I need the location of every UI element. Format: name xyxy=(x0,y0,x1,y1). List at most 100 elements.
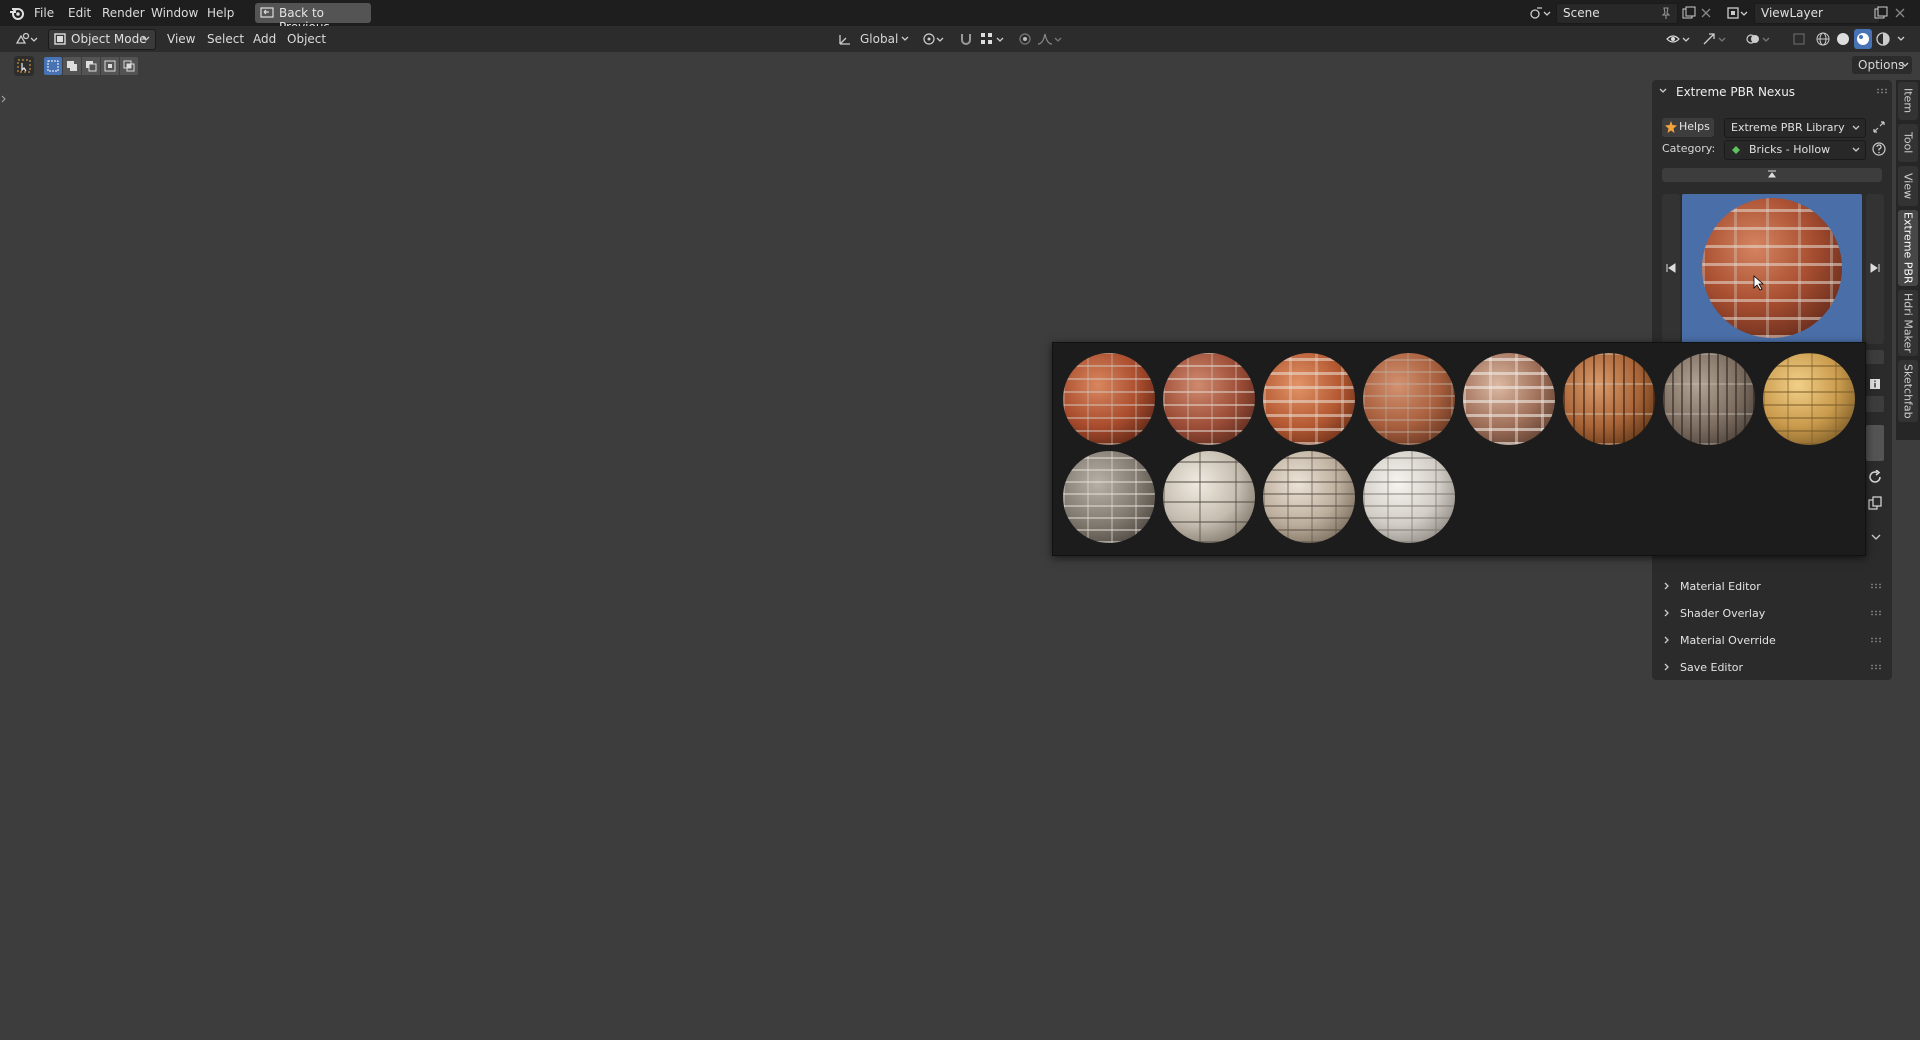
copy-icon[interactable] xyxy=(1866,494,1884,512)
next-material-button[interactable] xyxy=(1866,194,1884,344)
collapse-up-icon xyxy=(1766,170,1778,180)
select-tool-icon[interactable] xyxy=(14,56,34,76)
extreme-pbr-panel-header[interactable]: Extreme PBR Nexus xyxy=(1652,80,1892,104)
snap-target-icon[interactable] xyxy=(978,30,1008,48)
transform-orientation-dropdown[interactable]: Global xyxy=(856,30,912,48)
chevron-down-icon xyxy=(900,34,910,44)
drag-handle[interactable] xyxy=(1870,610,1882,616)
menu-object[interactable]: Object xyxy=(287,30,326,48)
material-editor-panel-header[interactable]: Material Editor xyxy=(1658,575,1886,597)
snap-toggle-icon[interactable] xyxy=(956,30,976,48)
category-dropdown[interactable]: Bricks - Hollow xyxy=(1724,140,1866,160)
pin-icon[interactable] xyxy=(1659,6,1673,20)
shading-options-chevron-icon[interactable] xyxy=(1894,30,1908,48)
help-question-icon[interactable] xyxy=(1870,140,1888,158)
menu-view[interactable]: View xyxy=(167,30,195,48)
material-thumbnail-1[interactable] xyxy=(1063,353,1155,445)
object-mode-dropdown[interactable]: Object Mode xyxy=(48,29,156,50)
menu-help[interactable]: Help xyxy=(207,4,234,22)
wireframe-shading-icon[interactable] xyxy=(1814,30,1832,48)
select-mode-subtract-icon[interactable] xyxy=(82,57,100,75)
hidden-control-2[interactable] xyxy=(1866,396,1884,412)
menu-add[interactable]: Add xyxy=(253,30,276,48)
material-thumbnail-6[interactable] xyxy=(1563,353,1655,445)
refresh-icon[interactable] xyxy=(1866,468,1884,486)
material-override-panel-header[interactable]: Material Override xyxy=(1658,629,1886,651)
scene-field[interactable]: Scene xyxy=(1556,3,1678,24)
options-label: Options xyxy=(1858,58,1905,72)
drag-handle[interactable] xyxy=(1876,88,1888,94)
proportional-edit-icon[interactable] xyxy=(1016,30,1034,48)
pivot-point-icon[interactable] xyxy=(920,30,948,48)
category-value: Bricks - Hollow xyxy=(1749,143,1831,156)
helps-button[interactable]: Helps xyxy=(1662,118,1714,137)
new-view-layer-icon[interactable] xyxy=(1872,4,1890,22)
close-scene-icon[interactable] xyxy=(1698,4,1714,22)
library-dropdown[interactable]: Extreme PBR Library xyxy=(1724,118,1866,138)
menu-select[interactable]: Select xyxy=(207,30,244,48)
options-dropdown[interactable]: Options xyxy=(1852,56,1912,74)
visibility-icon[interactable] xyxy=(1664,30,1694,48)
back-to-previous-button[interactable]: Back to Previous xyxy=(255,3,371,34)
editor-type-icon[interactable] xyxy=(12,30,42,48)
material-thumbnail-7[interactable] xyxy=(1663,353,1755,445)
menu-file[interactable]: File xyxy=(34,4,54,22)
drag-handle[interactable] xyxy=(1870,583,1882,589)
select-mode-extend-icon[interactable] xyxy=(63,57,81,75)
falloff-icon[interactable] xyxy=(1036,30,1064,48)
menu-window[interactable]: Window xyxy=(151,4,198,22)
select-mode-invert-icon[interactable] xyxy=(101,57,119,75)
hidden-control-3[interactable] xyxy=(1866,425,1884,461)
expand-arrows-icon[interactable] xyxy=(1870,118,1888,136)
xray-icon[interactable] xyxy=(1790,30,1808,48)
material-thumbnail-10[interactable] xyxy=(1163,451,1255,543)
view-layer-icon[interactable] xyxy=(1724,4,1752,22)
skip-previous-icon xyxy=(1665,262,1677,274)
material-thumbnail-8[interactable] xyxy=(1763,353,1855,445)
tab-sketchfab[interactable]: Sketchfab xyxy=(1898,360,1918,422)
select-mode-intersect-icon[interactable] xyxy=(120,57,138,75)
info-icon[interactable] xyxy=(1866,376,1884,392)
chevron-down-icon xyxy=(141,33,151,45)
view-layer-name: ViewLayer xyxy=(1761,6,1823,20)
previous-material-button[interactable] xyxy=(1662,194,1680,344)
tab-item[interactable]: Item xyxy=(1898,82,1918,120)
drag-handle[interactable] xyxy=(1870,637,1882,643)
subpanel-label: Material Editor xyxy=(1680,579,1761,593)
hidden-control-1[interactable] xyxy=(1866,350,1884,364)
helps-label: Helps xyxy=(1679,120,1710,133)
gizmo-icon[interactable] xyxy=(1700,30,1730,48)
material-thumbnail-3[interactable] xyxy=(1263,353,1355,445)
material-thumbnail-5[interactable] xyxy=(1463,353,1555,445)
collapse-preview-button[interactable] xyxy=(1662,168,1882,182)
material-thumbnail-2[interactable] xyxy=(1163,353,1255,445)
menu-render[interactable]: Render xyxy=(102,4,145,22)
blender-logo-icon[interactable] xyxy=(8,4,26,22)
material-thumbnail-11[interactable] xyxy=(1263,451,1355,543)
menu-edit[interactable]: Edit xyxy=(68,4,91,22)
material-preview-shading-icon[interactable] xyxy=(1854,29,1872,49)
material-preview[interactable] xyxy=(1682,194,1862,344)
tab-tool[interactable]: Tool xyxy=(1898,124,1918,162)
rendered-shading-icon[interactable] xyxy=(1874,30,1892,48)
tab-extreme-pbr[interactable]: Extreme PBR xyxy=(1898,210,1918,286)
drag-handle[interactable] xyxy=(1870,664,1882,670)
view-layer-field[interactable]: ViewLayer xyxy=(1754,3,1880,24)
save-editor-panel-header[interactable]: Save Editor xyxy=(1658,656,1886,678)
transform-orientation-icon[interactable] xyxy=(836,30,854,48)
overlays-icon[interactable] xyxy=(1744,30,1774,48)
material-thumbnail-12[interactable] xyxy=(1363,451,1455,543)
close-view-layer-icon[interactable] xyxy=(1892,4,1908,22)
material-thumbnail-9[interactable] xyxy=(1063,451,1155,543)
scene-type-icon[interactable] xyxy=(1526,4,1554,22)
select-mode-new-icon[interactable] xyxy=(44,57,62,75)
toolbar-expand-icon[interactable] xyxy=(0,92,8,106)
solid-shading-icon[interactable] xyxy=(1834,30,1852,48)
material-thumbnail-4[interactable] xyxy=(1363,353,1455,445)
chevron-down-icon[interactable] xyxy=(1868,530,1884,544)
new-scene-icon[interactable] xyxy=(1680,4,1698,22)
tab-view[interactable]: View xyxy=(1898,166,1918,206)
shader-overlay-panel-header[interactable]: Shader Overlay xyxy=(1658,602,1886,624)
tab-hdri-maker[interactable]: Hdri Maker xyxy=(1898,290,1918,356)
subpanel-label: Shader Overlay xyxy=(1680,606,1766,620)
